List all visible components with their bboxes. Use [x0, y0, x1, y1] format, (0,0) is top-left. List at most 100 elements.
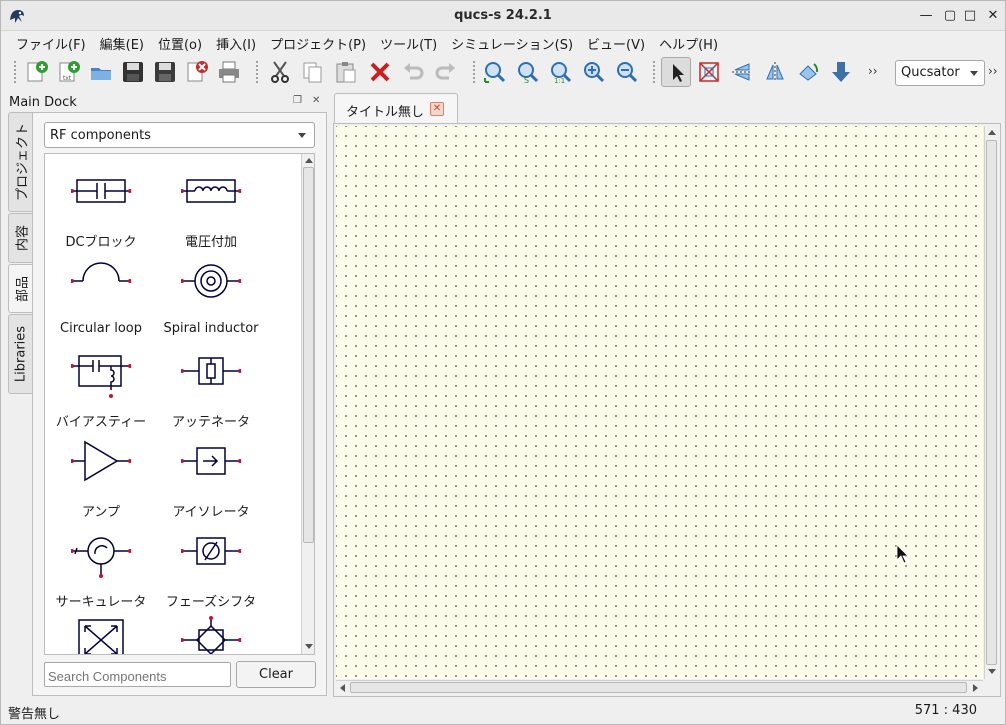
component-list-scrollbar[interactable] — [301, 154, 314, 654]
print-icon[interactable] — [214, 57, 244, 87]
minimize-button[interactable]: — — [917, 7, 935, 25]
component-coupler[interactable] — [45, 612, 157, 654]
component-isolator[interactable]: アイソレータ — [155, 432, 267, 522]
schematic-canvas[interactable] — [336, 126, 983, 679]
zoom-out-icon[interactable] — [612, 57, 642, 87]
tab-libraries[interactable]: Libraries — [8, 314, 33, 394]
phase-shifter-icon — [181, 537, 241, 565]
bias-tee-icon — [71, 355, 131, 398]
menu-bar: ファイル(F) 編集(E) 位置(o) 挿入(I) プロジェクト(P) ツール(… — [1, 31, 1005, 53]
component-phase-shifter[interactable]: フェーズシフタ — [155, 522, 267, 612]
component-label: 電圧付加 — [184, 235, 237, 250]
component-category-select[interactable]: RF components — [44, 122, 315, 148]
component-bias-tee[interactable]: バイアスティー — [45, 342, 157, 432]
tab-label: タイトル無し — [346, 105, 425, 120]
close-document-icon[interactable] — [182, 57, 212, 87]
delete-icon[interactable] — [365, 57, 395, 87]
search-components-input[interactable] — [44, 662, 231, 687]
toolbar-overflow-icon[interactable]: ›› — [868, 64, 878, 78]
scroll-up-icon[interactable] — [305, 158, 313, 163]
component-dc-block[interactable]: DCブロック — [45, 162, 157, 252]
mirror-x-icon[interactable] — [727, 57, 757, 87]
component-attenuator[interactable]: アッテネータ — [155, 342, 267, 432]
tab-untitled[interactable]: タイトル無し ✕ — [334, 93, 458, 124]
new-text-icon[interactable]: txt — [54, 57, 84, 87]
rotate-icon[interactable] — [793, 57, 823, 87]
dock-float-icon[interactable]: ❐ — [293, 95, 302, 106]
canvas-vertical-scrollbar[interactable] — [984, 126, 998, 679]
component-circulator[interactable]: サーキュレータ — [45, 522, 157, 612]
chevron-down-icon — [298, 133, 306, 138]
toolbar-grip[interactable] — [13, 60, 17, 84]
menu-help[interactable]: ヘルプ(H) — [652, 31, 725, 53]
cut-icon[interactable] — [265, 57, 295, 87]
mouse-pointer-icon — [896, 544, 910, 568]
scrollbar-thumb[interactable] — [303, 167, 314, 543]
menu-project[interactable]: プロジェクト(P) — [263, 31, 373, 53]
tab-project[interactable]: プロジェクト — [8, 112, 33, 212]
zoom-fit-icon[interactable] — [480, 57, 510, 87]
new-schematic-icon[interactable] — [22, 57, 52, 87]
component-dc-feed[interactable]: 電圧付加 — [155, 162, 267, 252]
select-icon[interactable] — [661, 57, 691, 87]
component-label: アイソレータ — [172, 505, 250, 520]
menu-positioning[interactable]: 位置(o) — [151, 31, 209, 53]
scroll-left-icon[interactable] — [340, 684, 345, 692]
component-hybrid[interactable] — [155, 612, 267, 654]
component-label: Circular loop — [60, 321, 142, 336]
menu-tools[interactable]: ツール(T) — [373, 31, 444, 53]
clear-button[interactable]: Clear — [236, 661, 316, 688]
simulator-value: Qucsator — [901, 65, 960, 80]
scrollbar-thumb[interactable] — [350, 682, 967, 693]
open-icon[interactable] — [86, 57, 116, 87]
window-title: qucs-s 24.2.1 — [454, 8, 552, 23]
canvas-horizontal-scrollbar[interactable] — [336, 680, 983, 694]
save-all-icon[interactable] — [150, 57, 180, 87]
menu-edit[interactable]: 編集(E) — [93, 31, 151, 53]
zoom-in-icon[interactable] — [579, 57, 609, 87]
coupler-icon — [78, 619, 124, 654]
component-circular-loop[interactable]: Circular loop — [45, 252, 157, 342]
paste-icon[interactable] — [331, 57, 361, 87]
zoom-1to1-icon[interactable]: 1:1 — [546, 57, 576, 87]
scrollbar-thumb[interactable] — [986, 140, 997, 665]
save-icon[interactable] — [118, 57, 148, 87]
status-message: 警告無し — [8, 707, 61, 722]
toolbar-grip[interactable] — [472, 60, 476, 84]
go-into-subcircuit-icon[interactable] — [826, 57, 856, 87]
toolbar-grip[interactable] — [255, 60, 259, 84]
maximize-button[interactable]: □ — [961, 7, 979, 25]
toolbar-overflow-icon-2[interactable]: ›› — [988, 64, 998, 78]
component-list: DCブロック 電圧付加 Circular loop Spiral inducto… — [44, 153, 315, 655]
menu-simulation[interactable]: シミュレーション(S) — [444, 31, 580, 53]
mirror-y-icon[interactable] — [760, 57, 790, 87]
dc-block-icon — [71, 179, 131, 203]
tab-components[interactable]: 部品 — [8, 264, 33, 313]
scroll-right-icon[interactable] — [973, 684, 978, 692]
scroll-down-icon[interactable] — [988, 669, 996, 674]
undo-icon[interactable] — [398, 57, 428, 87]
menu-view[interactable]: ビュー(V) — [580, 31, 652, 53]
component-amplifier[interactable]: アンプ — [45, 432, 157, 522]
zoom-selection-icon[interactable]: S — [513, 57, 543, 87]
simulator-select[interactable]: Qucsator — [895, 60, 985, 86]
component-label: バイアスティー — [55, 415, 147, 430]
tab-content[interactable]: 内容 — [8, 213, 33, 263]
svg-text:1:1: 1:1 — [554, 77, 565, 84]
copy-icon[interactable] — [298, 57, 328, 87]
close-tab-icon[interactable]: ✕ — [430, 102, 444, 116]
main-toolbar: txt S 1:1 ›› ›› — [1, 54, 1005, 90]
component-spiral-inductor[interactable]: Spiral inductor — [155, 252, 267, 342]
scroll-down-icon[interactable] — [305, 644, 313, 649]
toolbar-grip[interactable] — [652, 60, 656, 84]
menu-insert[interactable]: 挿入(I) — [209, 31, 263, 53]
scroll-up-icon[interactable] — [988, 130, 996, 135]
redo-icon[interactable] — [431, 57, 461, 87]
deactivate-icon[interactable] — [694, 57, 724, 87]
menu-file[interactable]: ファイル(F) — [9, 31, 93, 53]
hybrid-icon — [181, 616, 241, 654]
dock-close-icon[interactable]: ✕ — [312, 95, 320, 106]
close-window-button[interactable]: ✕ — [984, 7, 1002, 25]
component-label: DCブロック — [65, 235, 137, 250]
restore-button[interactable]: ▢ — [941, 7, 959, 25]
